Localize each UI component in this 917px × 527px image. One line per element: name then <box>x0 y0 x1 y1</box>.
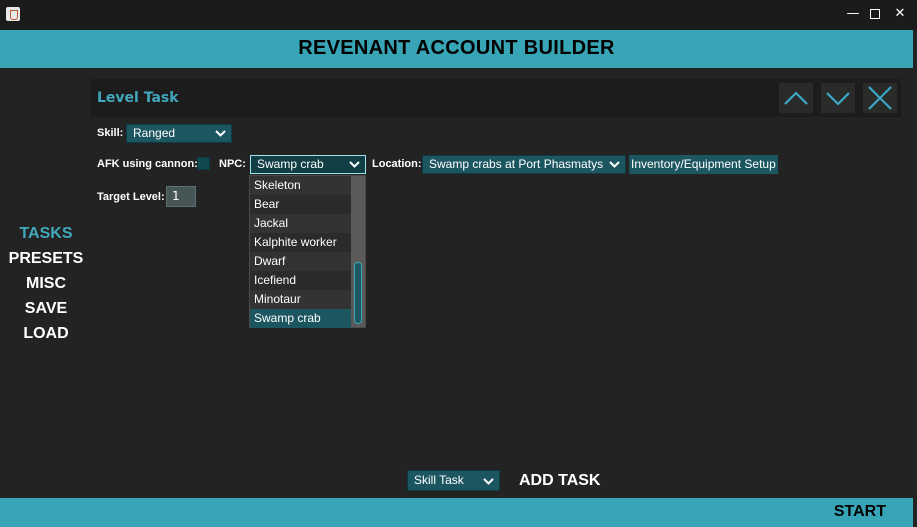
minimize-button[interactable]: — <box>845 6 861 22</box>
npc-dropdown-list: Skeleton Bear Jackal Kalphite worker Dwa… <box>249 175 366 328</box>
close-window-button[interactable]: ✕ <box>892 6 908 22</box>
afk-cannon-label: AFK using cannon: <box>97 158 198 170</box>
chevron-down-icon <box>483 478 494 485</box>
npc-option[interactable]: Bear <box>250 195 351 214</box>
npc-option[interactable]: Dwarf <box>250 252 351 271</box>
start-button[interactable]: START <box>834 503 886 521</box>
chevron-down-icon <box>826 92 850 106</box>
task-panel-header: Level Task <box>91 79 901 117</box>
chevron-up-icon <box>784 91 808 105</box>
nav-tasks[interactable]: TASKS <box>0 225 92 243</box>
npc-option[interactable]: Jackal <box>250 214 351 233</box>
task-type-select[interactable]: Skill Task <box>407 470 500 491</box>
npc-option[interactable]: Skeleton <box>250 176 351 195</box>
task-type-value: Skill Task <box>414 473 464 487</box>
scrollbar-thumb[interactable] <box>354 262 362 324</box>
npc-option-selected[interactable]: Swamp crab <box>250 309 351 328</box>
nav-save[interactable]: SAVE <box>0 300 92 318</box>
move-up-button[interactable] <box>779 83 813 113</box>
skill-select-value: Ranged <box>133 126 176 140</box>
remove-task-button[interactable] <box>863 83 897 113</box>
target-level-label: Target Level: <box>97 191 165 203</box>
java-coffee-icon <box>6 7 20 21</box>
npc-label: NPC: <box>219 158 246 170</box>
footer-bar: START <box>0 498 913 527</box>
app-title: REVENANT ACCOUNT BUILDER <box>298 37 615 59</box>
move-down-button[interactable] <box>821 83 855 113</box>
task-title: Level Task <box>97 90 179 106</box>
skill-label: Skill: <box>97 127 124 139</box>
npc-option[interactable]: Icefiend <box>250 271 351 290</box>
dropdown-scrollbar[interactable] <box>351 176 365 327</box>
nav-load[interactable]: LOAD <box>0 325 92 343</box>
npc-option[interactable]: Kalphite worker <box>250 233 351 252</box>
skill-select[interactable]: Ranged <box>126 124 232 143</box>
chevron-down-icon <box>609 161 620 168</box>
chevron-down-icon <box>349 161 360 168</box>
chevron-down-icon <box>215 130 226 137</box>
add-task-button[interactable]: ADD TASK <box>519 472 600 490</box>
afk-cannon-checkbox[interactable] <box>197 157 210 170</box>
location-select[interactable]: Swamp crabs at Port Phasmatys <box>422 155 626 174</box>
npc-select[interactable]: Swamp crab <box>250 155 366 174</box>
npc-option[interactable]: Minotaur <box>250 290 351 309</box>
window-titlebar: — ✕ <box>0 0 917 30</box>
nav-misc[interactable]: MISC <box>0 275 92 293</box>
maximize-button[interactable] <box>867 6 883 22</box>
app-header: REVENANT ACCOUNT BUILDER <box>0 30 913 68</box>
close-icon <box>868 86 892 110</box>
npc-select-value: Swamp crab <box>257 157 324 171</box>
nav-presets[interactable]: PRESETS <box>0 250 92 268</box>
location-label: Location: <box>372 158 422 170</box>
inventory-setup-button[interactable]: Inventory/Equipment Setup <box>629 155 778 174</box>
location-select-value: Swamp crabs at Port Phasmatys <box>429 157 604 171</box>
target-level-input[interactable]: 1 <box>166 186 196 207</box>
